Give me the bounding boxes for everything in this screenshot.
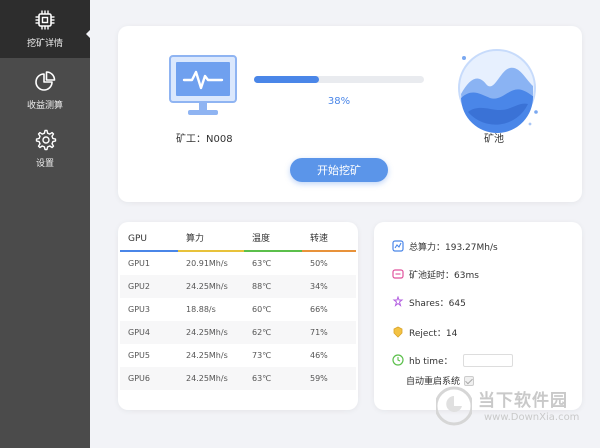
cell-hashrate: 24.25Mh/s bbox=[186, 282, 228, 291]
cell-temperature: 63℃ bbox=[252, 259, 272, 268]
cell-hashrate: 24.25Mh/s bbox=[186, 351, 228, 360]
mining-stats-card: 总算力：193.27Mh/s 矿池延时：63ms Shares：645 Reje… bbox=[374, 222, 582, 410]
table-row: GPU6 24.25Mh/s 63℃ 59% bbox=[120, 367, 356, 390]
cell-fan-speed: 71% bbox=[310, 328, 328, 337]
sidebar-item-settings[interactable]: 设置 bbox=[0, 120, 90, 178]
stat-total-hashrate: 总算力：193.27Mh/s bbox=[392, 238, 498, 254]
progress-fill bbox=[254, 76, 319, 83]
cell-temperature: 60℃ bbox=[252, 305, 272, 314]
watermark: 当下软件园 www.DownXia.com bbox=[436, 384, 586, 432]
watermark-logo-icon bbox=[436, 386, 472, 426]
stat-pool-latency: 矿池延时：63ms bbox=[392, 266, 479, 282]
table-row: GPU2 24.25Mh/s 88℃ 34% bbox=[120, 275, 356, 298]
cell-hashrate: 18.88/s bbox=[186, 305, 216, 314]
cell-temperature: 88℃ bbox=[252, 282, 272, 291]
column-header-fan-speed: 转速 bbox=[302, 228, 356, 252]
pie-chart-icon bbox=[35, 71, 56, 91]
cell-hashrate: 24.25Mh/s bbox=[186, 374, 228, 383]
table-row: GPU1 20.91Mh/s 63℃ 50% bbox=[120, 252, 356, 275]
latency-icon bbox=[392, 269, 404, 279]
cell-hashrate: 20.91Mh/s bbox=[186, 259, 228, 268]
reject-icon bbox=[393, 326, 403, 338]
stat-reject: Reject：14 bbox=[392, 324, 457, 340]
hb-time-label: hb time： bbox=[409, 356, 453, 367]
table-row: GPU4 24.25Mh/s 62℃ 71% bbox=[120, 321, 356, 344]
watermark-url: www.DownXia.com bbox=[484, 412, 580, 423]
gear-icon bbox=[35, 129, 57, 151]
table-row: GPU3 18.88/s 60℃ 66% bbox=[120, 298, 356, 321]
cell-fan-speed: 50% bbox=[310, 259, 328, 268]
cell-gpu: GPU5 bbox=[128, 351, 150, 360]
clock-icon bbox=[392, 354, 404, 366]
mining-progress-bar bbox=[254, 76, 424, 83]
pool-label: 矿池 bbox=[484, 134, 504, 145]
cell-fan-speed: 34% bbox=[310, 282, 328, 291]
cell-fan-speed: 46% bbox=[310, 351, 328, 360]
reject-text: Reject：14 bbox=[409, 328, 458, 339]
table-row: GPU5 24.25Mh/s 73℃ 46% bbox=[120, 344, 356, 367]
cell-fan-speed: 59% bbox=[310, 374, 328, 383]
gpu-table: GPU 算力 温度 转速 GPU1 20.91Mh/s 63℃ 50% GPU2… bbox=[120, 228, 356, 390]
active-indicator bbox=[86, 29, 91, 39]
column-header-temperature: 温度 bbox=[244, 228, 302, 252]
pool-icon bbox=[458, 49, 538, 134]
cell-fan-speed: 66% bbox=[310, 305, 328, 314]
sidebar-item-label: 设置 bbox=[35, 159, 54, 169]
table-body: GPU1 20.91Mh/s 63℃ 50% GPU2 24.25Mh/s 88… bbox=[120, 252, 356, 390]
progress-percent: 38% bbox=[327, 96, 351, 107]
monitor-icon bbox=[169, 55, 237, 115]
watermark-title: 当下软件园 bbox=[478, 391, 568, 411]
column-header-gpu: GPU bbox=[120, 228, 178, 252]
cell-gpu: GPU1 bbox=[128, 259, 150, 268]
chip-icon bbox=[35, 10, 55, 30]
pool-latency-text: 矿池延时：63ms bbox=[409, 270, 479, 281]
hashrate-icon bbox=[392, 240, 404, 252]
miner-name: 矿工：N008 bbox=[176, 134, 233, 145]
cell-temperature: 63℃ bbox=[252, 374, 272, 383]
shares-icon bbox=[392, 296, 404, 307]
gpu-table-card: GPU 算力 温度 转速 GPU1 20.91Mh/s 63℃ 50% GPU2… bbox=[118, 222, 358, 410]
shares-text: Shares：645 bbox=[409, 298, 466, 309]
total-hashrate-text: 总算力：193.27Mh/s bbox=[409, 242, 498, 253]
mining-status-card: 矿工：N008 38% 矿池 开始挖矿 bbox=[118, 26, 582, 202]
sidebar: 挖矿详情 收益测算 设置 bbox=[0, 0, 91, 448]
cell-gpu: GPU3 bbox=[128, 305, 150, 314]
start-mining-button[interactable]: 开始挖矿 bbox=[290, 158, 388, 182]
sidebar-item-label: 挖矿详情 bbox=[26, 39, 63, 49]
hb-time-input[interactable] bbox=[462, 353, 513, 367]
stat-shares: Shares：645 bbox=[392, 294, 466, 310]
stat-hb-time: hb time： bbox=[392, 352, 513, 368]
cell-gpu: GPU6 bbox=[128, 374, 150, 383]
table-header: GPU 算力 温度 转速 bbox=[120, 228, 356, 252]
cell-hashrate: 24.25Mh/s bbox=[186, 328, 228, 337]
cell-gpu: GPU4 bbox=[128, 328, 150, 337]
sidebar-item-label: 收益测算 bbox=[26, 101, 63, 111]
cell-gpu: GPU2 bbox=[128, 282, 150, 291]
sidebar-item-earnings-calc[interactable]: 收益测算 bbox=[0, 62, 90, 120]
cell-temperature: 73℃ bbox=[252, 351, 272, 360]
cell-temperature: 62℃ bbox=[252, 328, 272, 337]
column-header-hashrate: 算力 bbox=[178, 228, 244, 252]
sidebar-item-mining-details[interactable]: 挖矿详情 bbox=[0, 0, 90, 58]
